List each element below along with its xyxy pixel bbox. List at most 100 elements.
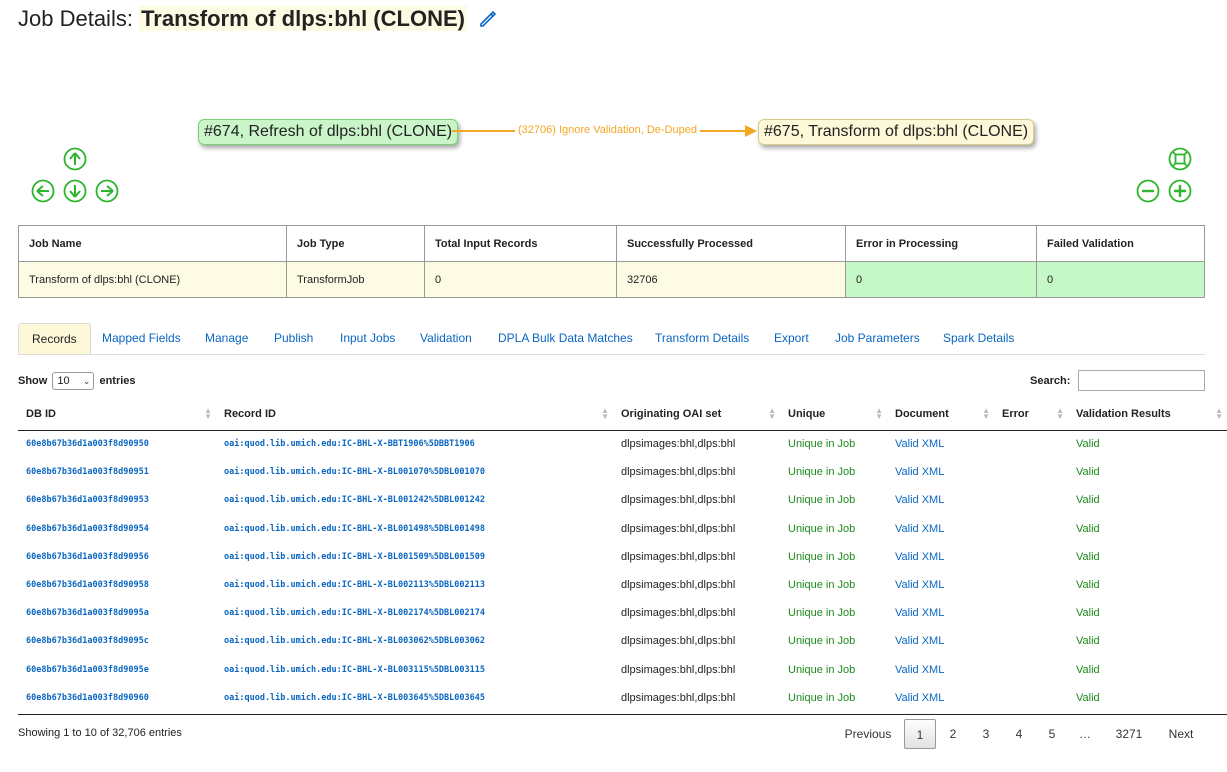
column-header-db-id[interactable]: DB ID ▲ ▼	[18, 398, 216, 431]
tab-validation[interactable]: Validation	[420, 323, 472, 354]
pan-left-icon[interactable]	[31, 179, 55, 203]
cell-record-id[interactable]: oai:quod.lib.umich.edu:IC-BHL-X-BL003115…	[216, 656, 613, 684]
cell-unique[interactable]: Unique in Job	[780, 430, 887, 458]
pagination-page-current[interactable]: 1	[904, 719, 936, 749]
pan-down-icon[interactable]	[63, 179, 87, 203]
cell-record-id[interactable]: oai:quod.lib.umich.edu:IC-BHL-X-BL001070…	[216, 458, 613, 486]
tab-input-jobs[interactable]: Input Jobs	[340, 323, 395, 354]
pan-up-icon[interactable]	[63, 147, 87, 171]
fit-view-icon[interactable]	[1168, 147, 1192, 171]
cell-validation[interactable]: Valid	[1068, 515, 1227, 543]
cell-validation[interactable]: Valid	[1068, 571, 1227, 599]
pan-right-icon[interactable]	[95, 179, 119, 203]
cell-document[interactable]: Valid XML	[887, 515, 994, 543]
table-row[interactable]: 60e8b67b36d1a003f8d90960 oai:quod.lib.umi…	[18, 684, 1227, 712]
cell-record-id[interactable]: oai:quod.lib.umich.edu:IC-BHL-X-BL001498…	[216, 515, 613, 543]
pagination-page[interactable]: 4	[1006, 719, 1032, 749]
pencil-edit-icon[interactable]	[479, 8, 497, 34]
cell-db-id[interactable]: 60e8b67b36d1a003f8d90956	[18, 543, 216, 571]
cell-unique[interactable]: Unique in Job	[780, 599, 887, 627]
table-row[interactable]: 60e8b67b36d1a003f8d9095a oai:quod.lib.umi…	[18, 599, 1227, 627]
pagination-page[interactable]: 2	[940, 719, 966, 749]
pagination-next[interactable]: Next	[1160, 719, 1202, 749]
cell-document[interactable]: Valid XML	[887, 458, 994, 486]
tab-publish[interactable]: Publish	[274, 323, 313, 354]
cell-document[interactable]: Valid XML	[887, 543, 994, 571]
cell-unique[interactable]: Unique in Job	[780, 515, 887, 543]
cell-document[interactable]: Valid XML	[887, 571, 994, 599]
cell-db-id[interactable]: 60e8b67b36d1a003f8d90954	[18, 515, 216, 543]
cell-unique[interactable]: Unique in Job	[780, 486, 887, 514]
cell-db-id[interactable]: 60e8b67b36d1a003f8d90953	[18, 486, 216, 514]
cell-record-id[interactable]: oai:quod.lib.umich.edu:IC-BHL-X-BL001509…	[216, 543, 613, 571]
zoom-out-icon[interactable]	[1136, 179, 1160, 203]
cell-error	[994, 656, 1068, 684]
cell-validation[interactable]: Valid	[1068, 684, 1227, 712]
cell-db-id[interactable]: 60e8b67b36d1a003f8d90950	[18, 430, 216, 458]
table-row[interactable]: 60e8b67b36d1a003f8d9095c oai:quod.lib.umi…	[18, 627, 1227, 655]
table-row[interactable]: 60e8b67b36d1a003f8d90958 oai:quod.lib.umi…	[18, 571, 1227, 599]
search-input[interactable]	[1078, 370, 1205, 391]
cell-unique[interactable]: Unique in Job	[780, 543, 887, 571]
cell-record-id[interactable]: oai:quod.lib.umich.edu:IC-BHL-X-BL003062…	[216, 627, 613, 655]
cell-validation[interactable]: Valid	[1068, 486, 1227, 514]
column-header-record-id[interactable]: Record ID ▲ ▼	[216, 398, 613, 431]
zoom-in-icon[interactable]	[1168, 179, 1192, 203]
pagination-page[interactable]: 3	[973, 719, 999, 749]
cell-document[interactable]: Valid XML	[887, 684, 994, 712]
cell-record-id[interactable]: oai:quod.lib.umich.edu:IC-BHL-X-BL001242…	[216, 486, 613, 514]
tab-mapped-fields[interactable]: Mapped Fields	[102, 323, 181, 354]
tab-transform-details[interactable]: Transform Details	[655, 323, 749, 354]
table-row[interactable]: 60e8b67b36d1a003f8d90951 oai:quod.lib.umi…	[18, 458, 1227, 486]
cell-record-id[interactable]: oai:quod.lib.umich.edu:IC-BHL-X-BL002113…	[216, 571, 613, 599]
table-row[interactable]: 60e8b67b36d1a003f8d90950 oai:quod.lib.umi…	[18, 430, 1227, 458]
cell-document[interactable]: Valid XML	[887, 486, 994, 514]
table-row[interactable]: 60e8b67b36d1a003f8d90953 oai:quod.lib.umi…	[18, 486, 1227, 514]
cell-unique[interactable]: Unique in Job	[780, 458, 887, 486]
graph-node-target-job[interactable]: #675, Transform of dlps:bhl (CLONE)	[758, 119, 1035, 145]
cell-db-id[interactable]: 60e8b67b36d1a003f8d90958	[18, 571, 216, 599]
cell-validation[interactable]: Valid	[1068, 430, 1227, 458]
tab-dpla-bulk-data-matches[interactable]: DPLA Bulk Data Matches	[498, 323, 633, 354]
column-header-unique[interactable]: Unique ▲ ▼	[780, 398, 887, 431]
table-row[interactable]: 60e8b67b36d1a003f8d9095e oai:quod.lib.umi…	[18, 656, 1227, 684]
cell-record-id[interactable]: oai:quod.lib.umich.edu:IC-BHL-X-BL002174…	[216, 599, 613, 627]
tab-records[interactable]: Records	[18, 323, 91, 354]
page-length-select[interactable]: 10 ⌄	[52, 372, 95, 390]
column-header-document[interactable]: Document ▲ ▼	[887, 398, 994, 431]
pagination-page[interactable]: 5	[1039, 719, 1065, 749]
pagination-page-last[interactable]: 3271	[1108, 719, 1150, 749]
cell-validation[interactable]: Valid	[1068, 627, 1227, 655]
cell-document[interactable]: Valid XML	[887, 656, 994, 684]
cell-record-id[interactable]: oai:quod.lib.umich.edu:IC-BHL-X-BBT1906%…	[216, 430, 613, 458]
tab-job-parameters[interactable]: Job Parameters	[835, 323, 920, 354]
pagination-previous[interactable]: Previous	[838, 719, 898, 749]
cell-unique[interactable]: Unique in Job	[780, 627, 887, 655]
cell-validation[interactable]: Valid	[1068, 458, 1227, 486]
cell-document[interactable]: Valid XML	[887, 599, 994, 627]
cell-db-id[interactable]: 60e8b67b36d1a003f8d9095a	[18, 599, 216, 627]
tab-manage[interactable]: Manage	[205, 323, 248, 354]
tab-export[interactable]: Export	[774, 323, 809, 354]
cell-db-id[interactable]: 60e8b67b36d1a003f8d90951	[18, 458, 216, 486]
summary-header-row: Job Name Job Type Total Input Records Su…	[18, 225, 1205, 262]
column-header-validation-results[interactable]: Validation Results ▲ ▼	[1068, 398, 1227, 431]
table-row[interactable]: 60e8b67b36d1a003f8d90954 oai:quod.lib.umi…	[18, 515, 1227, 543]
cell-db-id[interactable]: 60e8b67b36d1a003f8d9095c	[18, 627, 216, 655]
column-header-error[interactable]: Error ▲ ▼	[994, 398, 1068, 431]
tab-spark-details[interactable]: Spark Details	[943, 323, 1014, 354]
cell-validation[interactable]: Valid	[1068, 543, 1227, 571]
cell-unique[interactable]: Unique in Job	[780, 684, 887, 712]
table-row[interactable]: 60e8b67b36d1a003f8d90956 oai:quod.lib.umi…	[18, 543, 1227, 571]
cell-document[interactable]: Valid XML	[887, 627, 994, 655]
cell-document[interactable]: Valid XML	[887, 430, 994, 458]
graph-node-source-job[interactable]: #674, Refresh of dlps:bhl (CLONE)	[198, 119, 459, 145]
cell-validation[interactable]: Valid	[1068, 656, 1227, 684]
cell-validation[interactable]: Valid	[1068, 599, 1227, 627]
cell-db-id[interactable]: 60e8b67b36d1a003f8d9095e	[18, 656, 216, 684]
cell-record-id[interactable]: oai:quod.lib.umich.edu:IC-BHL-X-BL003645…	[216, 684, 613, 712]
cell-unique[interactable]: Unique in Job	[780, 656, 887, 684]
cell-unique[interactable]: Unique in Job	[780, 571, 887, 599]
column-header-oai-set[interactable]: Originating OAI set ▲ ▼	[613, 398, 780, 431]
cell-db-id[interactable]: 60e8b67b36d1a003f8d90960	[18, 684, 216, 712]
